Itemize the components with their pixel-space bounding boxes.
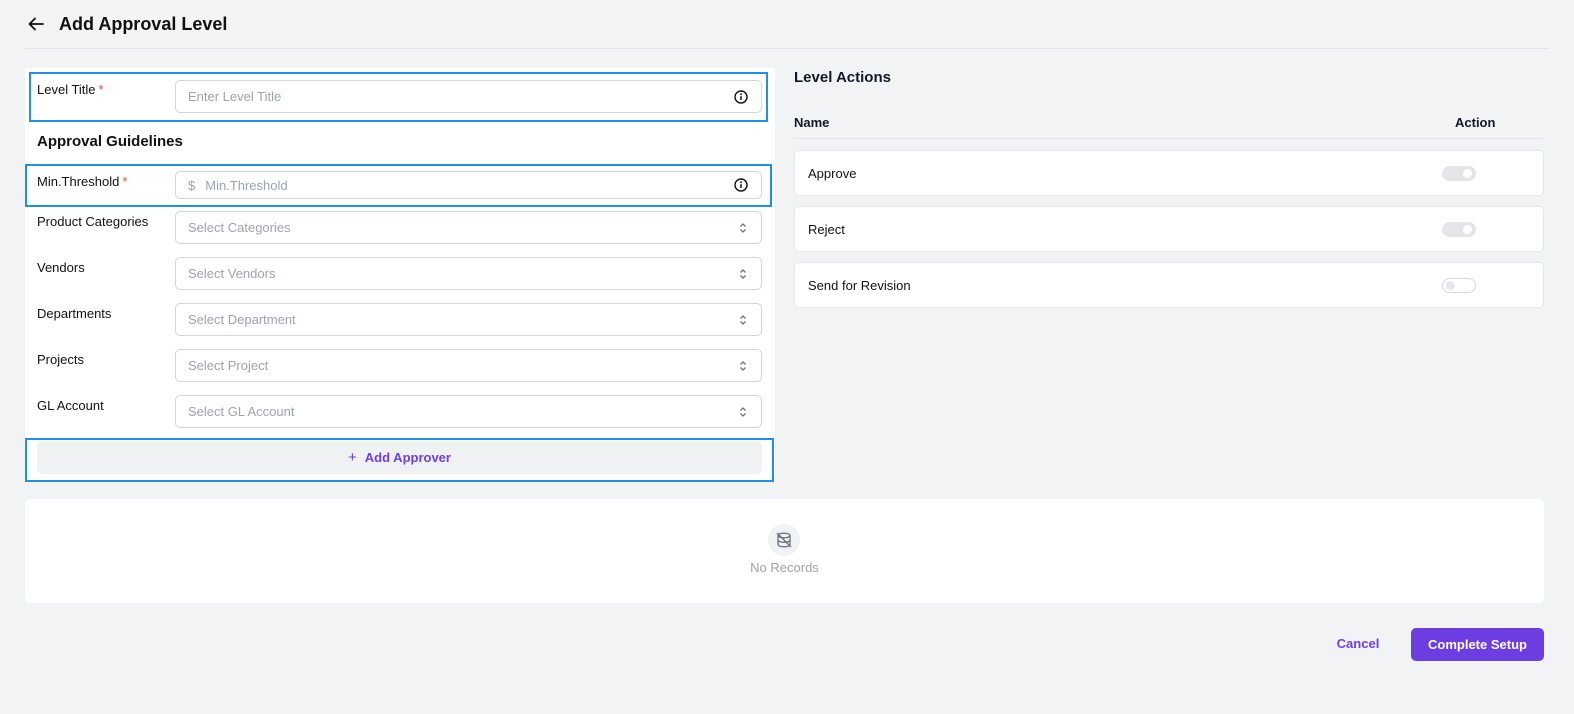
- projects-label: Projects: [37, 352, 84, 367]
- level-title-input[interactable]: Enter Level Title: [175, 80, 762, 113]
- send-for-revision-toggle[interactable]: [1442, 278, 1476, 293]
- action-row-send-for-revision: Send for Revision: [794, 262, 1544, 308]
- projects-placeholder: Select Project: [188, 358, 269, 373]
- action-name: Reject: [808, 222, 845, 237]
- departments-placeholder: Select Department: [188, 312, 296, 327]
- level-actions-title: Level Actions: [794, 69, 891, 86]
- toggle-knob: [1446, 281, 1455, 290]
- add-approver-label: Add Approver: [364, 450, 451, 465]
- product-categories-select[interactable]: Select Categories: [175, 211, 762, 244]
- complete-setup-button[interactable]: Complete Setup: [1411, 628, 1544, 661]
- page-header: Add Approval Level: [25, 0, 1549, 49]
- gl-account-placeholder: Select GL Account: [188, 404, 295, 419]
- chevron-up-down-icon: [737, 266, 749, 282]
- chevron-up-down-icon: [737, 404, 749, 420]
- projects-select[interactable]: Select Project: [175, 349, 762, 382]
- currency-prefix: $: [188, 177, 196, 193]
- plus-icon: +: [348, 449, 357, 466]
- gl-account-label: GL Account: [37, 398, 104, 413]
- action-row-approve: Approve: [794, 150, 1544, 196]
- action-name: Send for Revision: [808, 278, 911, 293]
- reject-toggle[interactable]: [1442, 222, 1476, 237]
- info-icon[interactable]: [733, 89, 749, 105]
- no-records-text: No Records: [750, 560, 819, 575]
- no-records-icon: [768, 524, 800, 556]
- approval-guidelines-title: Approval Guidelines: [37, 133, 183, 150]
- chevron-up-down-icon: [737, 312, 749, 328]
- table-divider: [794, 138, 1543, 139]
- min-threshold-label: Min.Threshold *: [37, 174, 128, 189]
- action-row-reject: Reject: [794, 206, 1544, 252]
- vendors-placeholder: Select Vendors: [188, 266, 276, 281]
- action-column-header: Action: [1455, 115, 1496, 130]
- min-threshold-input[interactable]: $ Min.Threshold: [175, 171, 762, 199]
- toggle-knob: [1463, 225, 1472, 234]
- chevron-up-down-icon: [737, 220, 749, 236]
- level-title-placeholder: Enter Level Title: [188, 89, 282, 104]
- vendors-select[interactable]: Select Vendors: [175, 257, 762, 290]
- gl-account-select[interactable]: Select GL Account: [175, 395, 762, 428]
- approve-toggle[interactable]: [1442, 166, 1476, 181]
- action-name: Approve: [808, 166, 857, 181]
- product-categories-label: Product Categories: [37, 214, 149, 229]
- product-categories-placeholder: Select Categories: [188, 220, 291, 235]
- cancel-button[interactable]: Cancel: [1325, 636, 1391, 651]
- records-panel: No Records: [25, 499, 1544, 603]
- name-column-header: Name: [794, 115, 830, 130]
- page-title: Add Approval Level: [59, 13, 228, 34]
- info-icon[interactable]: [733, 177, 749, 193]
- vendors-label: Vendors: [37, 260, 85, 275]
- approval-form-card: Level Title * Enter Level Title Approval …: [25, 68, 775, 482]
- min-threshold-placeholder: Min.Threshold: [205, 177, 288, 193]
- departments-label: Departments: [37, 306, 112, 321]
- arrow-left-icon: [28, 17, 44, 31]
- add-approver-button[interactable]: + Add Approver: [37, 441, 762, 474]
- departments-select[interactable]: Select Department: [175, 303, 762, 336]
- chevron-up-down-icon: [737, 358, 749, 374]
- level-title-label: Level Title *: [37, 82, 104, 97]
- back-button[interactable]: [25, 13, 47, 35]
- toggle-knob: [1463, 169, 1472, 178]
